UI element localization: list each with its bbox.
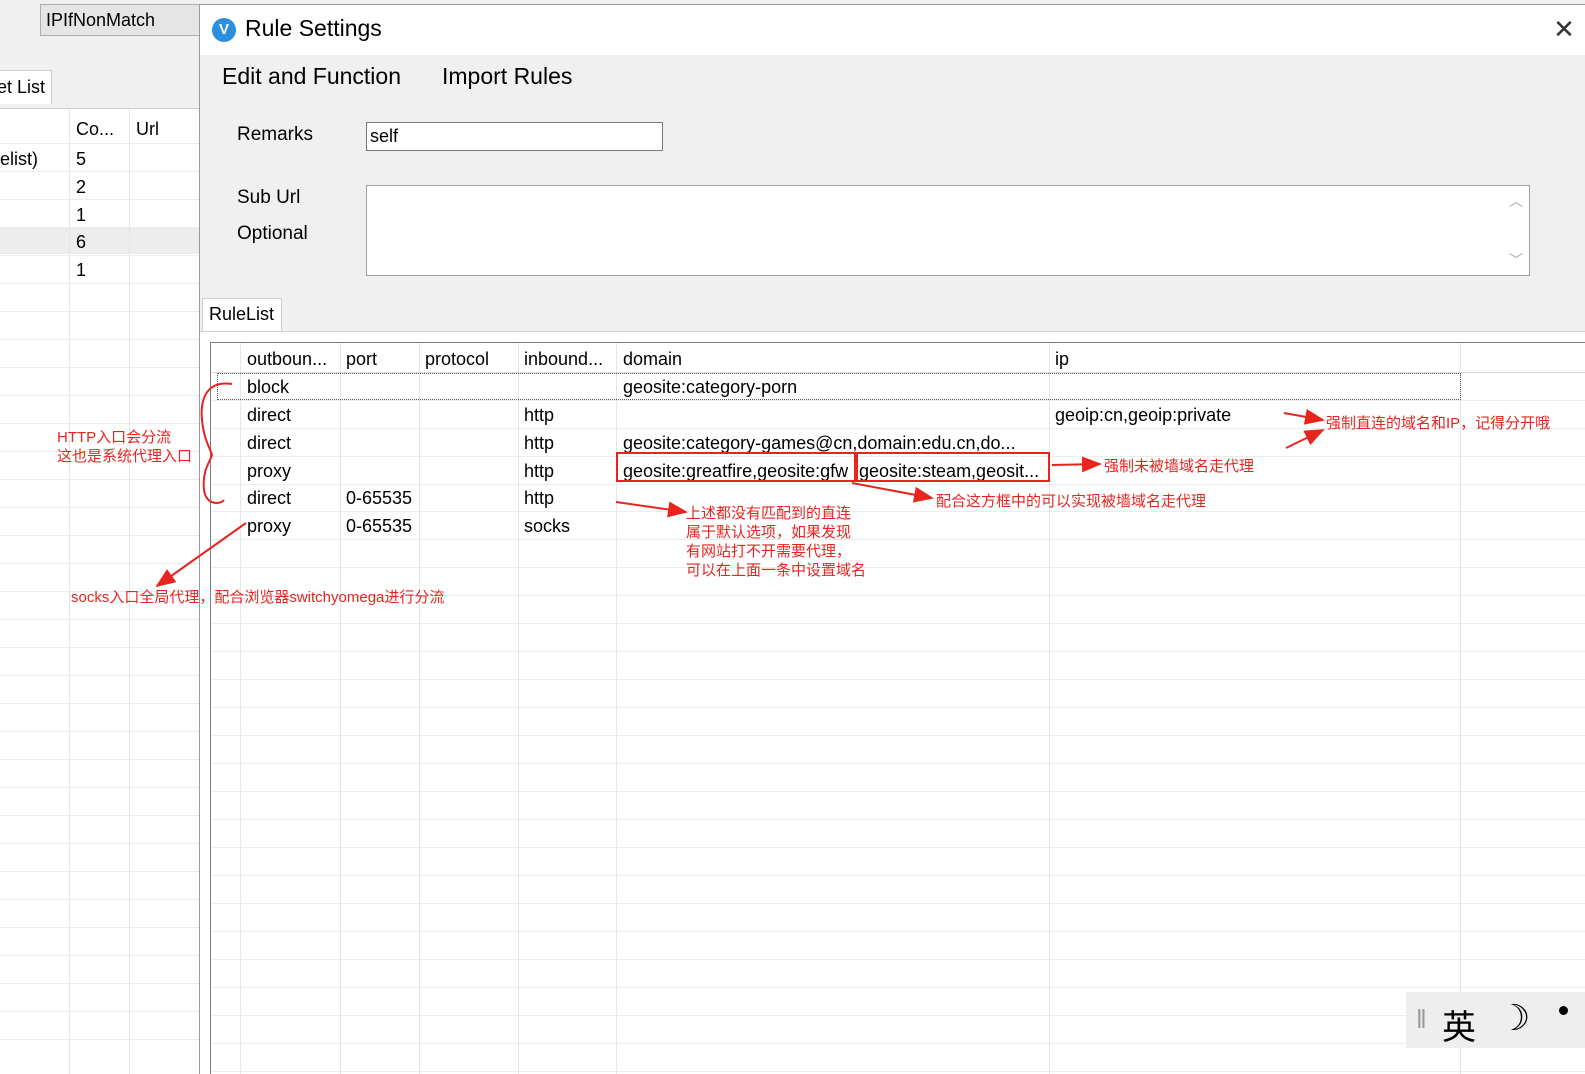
default-note-line1: 上述都没有匹配到的直连	[686, 505, 852, 522]
background-window: IPIfNonMatch et List Co... Url elist) 5 …	[0, 0, 202, 1074]
cell-inbound[interactable]: http	[524, 461, 554, 482]
cell-domain[interactable]: geosite:category-porn	[623, 377, 797, 398]
row-count: 2	[76, 177, 87, 197]
cell-ip[interactable]: geoip:cn,geoip:private	[1055, 405, 1231, 426]
row-count: 5	[76, 149, 87, 169]
grip-icon[interactable]: ‖	[1416, 1004, 1427, 1035]
column-header-domain[interactable]: domain	[623, 349, 682, 370]
http-note-line1: HTTP入口会分流	[57, 429, 172, 446]
row-name: elist)	[0, 149, 39, 169]
default-note-line4: 可以在上面一条中设置域名	[686, 562, 867, 579]
column-header-port[interactable]: port	[346, 349, 377, 370]
v2ray-app-icon: V	[212, 18, 236, 42]
title-bar: V Rule Settings ✕	[200, 5, 1585, 55]
cell-port[interactable]: 0-65535	[346, 488, 412, 509]
selected-row-highlight	[0, 227, 202, 254]
rulelist-panel: outboun... port protocol inbound... doma…	[200, 331, 1585, 1074]
cell-inbound[interactable]: http	[524, 405, 554, 426]
column-header-url[interactable]: Url	[136, 119, 159, 140]
column-header-inbound[interactable]: inbound...	[524, 349, 603, 370]
cell-outbound[interactable]: direct	[247, 433, 291, 454]
column-header-protocol[interactable]: protocol	[425, 349, 489, 370]
scroll-down-icon[interactable]: ﹀	[1509, 250, 1523, 270]
row-count: 1	[76, 205, 87, 225]
menu-edit-and-function[interactable]: Edit and Function	[222, 63, 401, 90]
blocked-note: 强制未被墙域名走代理	[1104, 458, 1255, 475]
cell-inbound[interactable]: socks	[524, 516, 570, 537]
close-button[interactable]: ✕	[1549, 15, 1579, 45]
default-note-line2: 属于默认选项，如果发现	[686, 524, 852, 541]
domain-strategy-combo[interactable]: IPIfNonMatch	[40, 4, 200, 36]
cell-outbound[interactable]: block	[247, 377, 289, 398]
socks-note: socks入口全局代理，配合浏览器switchyomega进行分流	[71, 589, 445, 606]
menu-import-rules[interactable]: Import Rules	[442, 63, 572, 90]
remarks-input[interactable]: self	[366, 122, 663, 151]
rule-settings-dialog: V Rule Settings ✕ Edit and Function Impo…	[199, 4, 1585, 1074]
row-count: 1	[76, 260, 87, 280]
column-header-count[interactable]: Co...	[76, 119, 114, 140]
moon-icon[interactable]: ☽	[1498, 998, 1530, 1039]
cell-port[interactable]: 0-65535	[346, 516, 412, 537]
window-title: Rule Settings	[245, 15, 382, 41]
suburl-textarea[interactable]: ︿ ﹀	[366, 185, 1530, 276]
ime-language-toggle[interactable]: 英	[1442, 1000, 1476, 1049]
cell-outbound[interactable]: proxy	[247, 461, 291, 482]
suburl-label: Sub Url	[237, 187, 301, 208]
textarea-scrollbar[interactable]: ︿ ﹀	[1501, 186, 1529, 275]
default-note-line3: 有网站打不开需要代理，	[686, 543, 852, 560]
cell-inbound[interactable]: http	[524, 433, 554, 454]
cell-outbound[interactable]: proxy	[247, 516, 291, 537]
ime-toolbar[interactable]: ‖ 英 ☽	[1406, 992, 1585, 1048]
row-count: 6	[76, 232, 87, 252]
tab-rulelist[interactable]: RuleList	[202, 298, 282, 332]
optional-label: Optional	[237, 223, 308, 244]
combo-note: 配合这方框中的可以实现被墙域名走代理	[936, 493, 1207, 510]
subscription-list-tab[interactable]: et List	[0, 70, 52, 104]
selected-row-focus	[217, 373, 1461, 400]
menu-bar: Edit and Function Import Rules	[200, 55, 1585, 97]
cell-outbound[interactable]: direct	[247, 488, 291, 509]
http-note-line2: 这也是系统代理入口	[57, 448, 193, 465]
cell-inbound[interactable]: http	[524, 488, 554, 509]
cell-outbound[interactable]: direct	[247, 405, 291, 426]
punctuation-dot-icon[interactable]	[1559, 1006, 1568, 1015]
scroll-up-icon[interactable]: ︿	[1509, 191, 1523, 211]
column-header-outbound[interactable]: outboun...	[247, 349, 327, 370]
cell-domain[interactable]: geosite:category-games@cn,domain:edu.cn,…	[623, 433, 1016, 454]
column-header-ip[interactable]: ip	[1055, 349, 1069, 370]
direct-note: 强制直连的域名和IP，记得分开哦	[1326, 415, 1551, 432]
remarks-label: Remarks	[237, 124, 314, 145]
ip-highlight-box	[856, 452, 1050, 482]
domain-highlight-box	[616, 452, 856, 482]
